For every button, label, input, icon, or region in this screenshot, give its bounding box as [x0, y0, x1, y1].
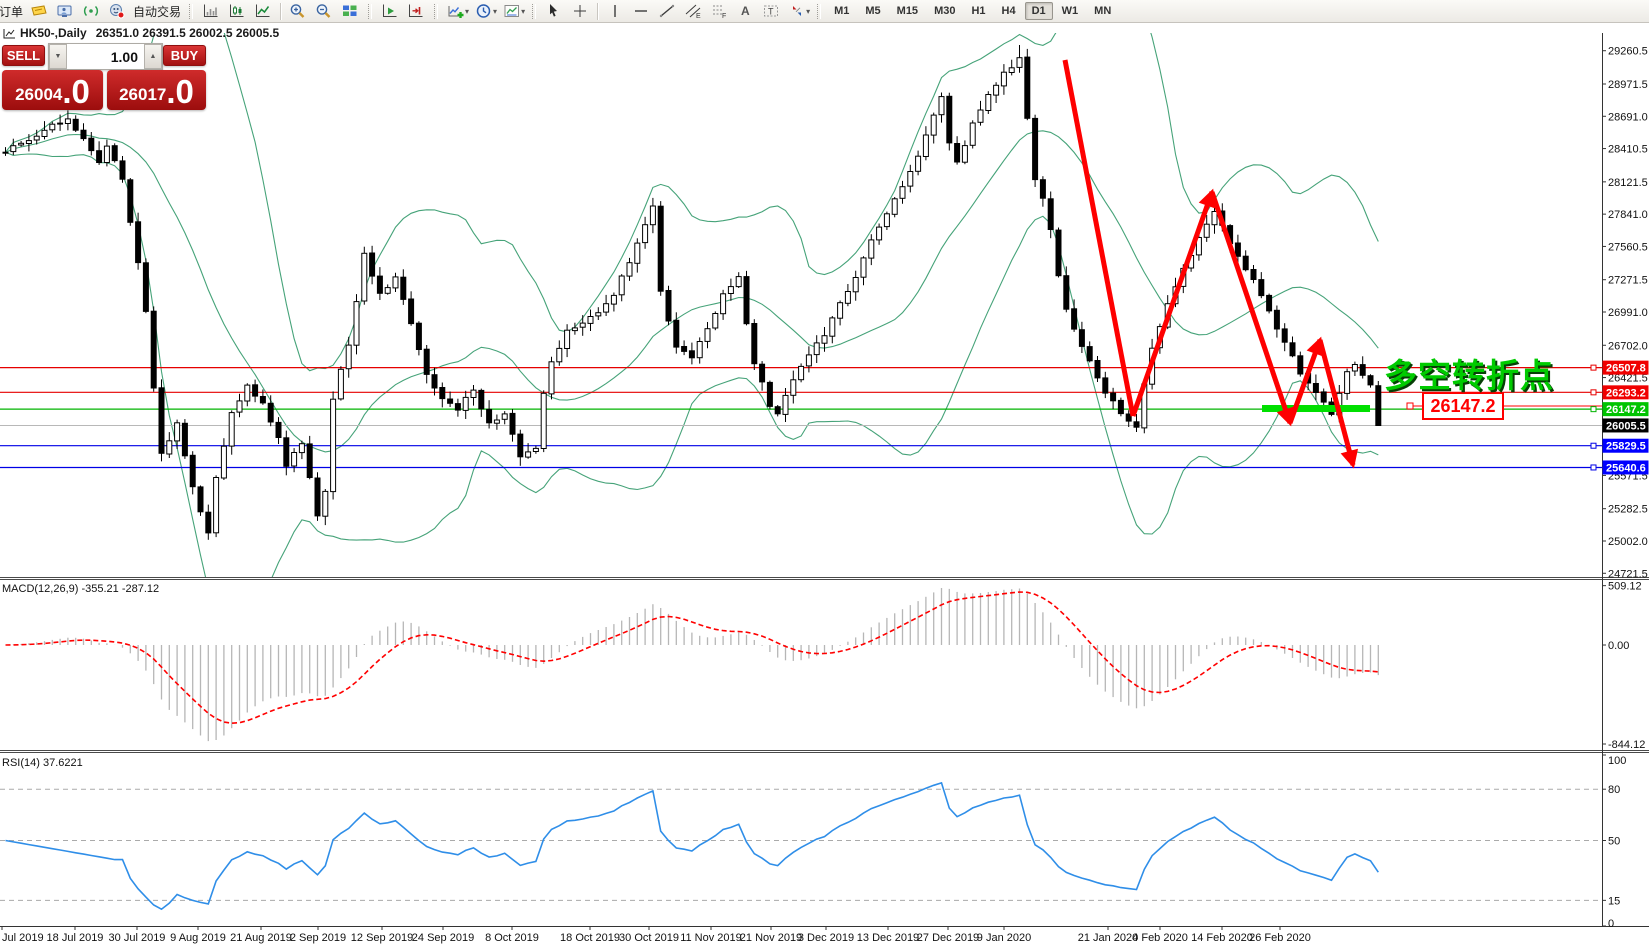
chart-line-icon[interactable]	[250, 0, 276, 22]
zoom-out-icon[interactable]	[311, 0, 337, 22]
svg-text:E: E	[696, 13, 701, 19]
time-axis[interactable]	[0, 927, 1649, 946]
timeframe-m15[interactable]: M15	[890, 2, 925, 20]
label-icon[interactable]: T	[758, 0, 784, 22]
fibonacci-icon[interactable]: F	[706, 0, 732, 22]
new-order-button-label: 新订单	[0, 4, 24, 19]
autotrading-button[interactable]: 自动交易	[133, 3, 181, 20]
toolbar-separator	[280, 2, 282, 20]
volume-control: ▼ 1.00 ▲	[48, 43, 163, 70]
toolbar-grip	[368, 3, 373, 19]
price-tag-anchor[interactable]	[1406, 402, 1414, 410]
level-endpoint-marker[interactable]	[1590, 442, 1597, 449]
rsi-indicator-label: RSI(14) 37.6221	[2, 757, 83, 769]
toolbar-separator	[597, 2, 599, 20]
chart-window: 26147.229260.528971.528691.028410.528121…	[0, 22, 1649, 946]
buy-price[interactable]: 26017 .0	[107, 70, 206, 110]
chart-candles-icon[interactable]	[224, 0, 250, 22]
terminal-icon[interactable]	[52, 0, 78, 22]
chart-window-icon	[3, 28, 15, 38]
level-endpoint-marker[interactable]	[1590, 364, 1597, 371]
toolbar: 新订单 自动交易 ▾ ▾ ▾ E F A T ▾ M1M5M15M30H1H4D1W1MN	[0, 0, 1649, 23]
periods-button-caret[interactable]: ▾	[493, 7, 497, 16]
arrows-button-caret[interactable]: ▾	[806, 7, 810, 16]
new-order-button[interactable]: 新订单	[0, 3, 26, 20]
chart-ohlc-values: 26351.0 26391.5 26002.5 26005.5	[95, 26, 280, 40]
chart-title-bar: HK50-,Daily 26351.0 26391.5 26002.5 2600…	[3, 26, 279, 40]
tile-windows-icon[interactable]	[337, 0, 363, 22]
timeframe-h1[interactable]: H1	[964, 2, 992, 20]
volume-input[interactable]: 1.00	[67, 44, 144, 69]
templates-button-caret[interactable]: ▾	[521, 7, 525, 16]
sell-button[interactable]: SELL	[2, 45, 45, 66]
autoscroll-icon[interactable]	[377, 0, 403, 22]
signal-icon[interactable]	[78, 0, 104, 22]
svg-text:F: F	[722, 13, 726, 19]
price-tag-value: 26147.2	[1430, 396, 1495, 416]
zoom-in-icon[interactable]	[285, 0, 311, 22]
crosshair-icon[interactable]	[567, 0, 593, 22]
indicators-button-caret[interactable]: ▾	[465, 7, 469, 16]
macd-indicator-label: MACD(12,26,9) -355.21 -287.12	[2, 583, 159, 595]
level-endpoint-marker[interactable]	[1590, 406, 1597, 413]
buy-price-main: 26017	[119, 85, 167, 104]
sell-price[interactable]: 26004 .0	[2, 70, 103, 110]
one-click-trading-panel: SELL ▼ 1.00 ▲ BUY 26004 .0 26017 .0	[2, 42, 206, 110]
horizontal-line-icon[interactable]	[628, 0, 654, 22]
volume-increase-button[interactable]: ▲	[144, 44, 162, 69]
chart-symbol-period: HK50-,Daily	[20, 26, 87, 40]
timeframe-w1[interactable]: W1	[1055, 2, 1086, 20]
level-endpoint-marker[interactable]	[1590, 464, 1597, 471]
toolbar-grip	[189, 3, 194, 19]
price-axis[interactable]	[1602, 33, 1649, 926]
timeframe-m1[interactable]: M1	[827, 2, 856, 20]
trendline-icon[interactable]	[654, 0, 680, 22]
toolbar-grip	[532, 3, 537, 19]
vertical-line-icon[interactable]	[602, 0, 628, 22]
timeframe-mn[interactable]: MN	[1087, 2, 1118, 20]
chart-plot-area[interactable]	[0, 33, 1602, 577]
timeframe-d1[interactable]: D1	[1024, 2, 1053, 20]
toolbar-grip	[434, 3, 439, 19]
chart-bars-icon[interactable]	[198, 0, 224, 22]
toolbar-grip	[817, 3, 822, 19]
sell-price-decimal: .0	[62, 73, 90, 110]
timeframe-m30[interactable]: M30	[927, 2, 962, 20]
text-icon[interactable]: A	[732, 0, 758, 22]
timeframe-m5[interactable]: M5	[858, 2, 887, 20]
buy-price-decimal: .0	[166, 73, 194, 110]
autotrading-icon[interactable]	[104, 0, 130, 22]
buy-button[interactable]: BUY	[163, 45, 206, 66]
channel-icon[interactable]: E	[680, 0, 706, 22]
sell-price-main: 26004	[15, 85, 63, 104]
cursor-icon[interactable]	[541, 0, 567, 22]
turning-point-annotation: 多空转折点	[1384, 357, 1554, 394]
ticket-icon[interactable]	[26, 0, 52, 22]
chart-shift-icon[interactable]	[403, 0, 429, 22]
svg-text:T: T	[768, 7, 774, 17]
svg-text:A: A	[741, 4, 750, 18]
timeframe-h4[interactable]: H4	[995, 2, 1023, 20]
level-endpoint-marker[interactable]	[1590, 389, 1597, 396]
volume-decrease-button[interactable]: ▼	[49, 44, 67, 69]
support-highlight-bar[interactable]	[1262, 405, 1370, 412]
